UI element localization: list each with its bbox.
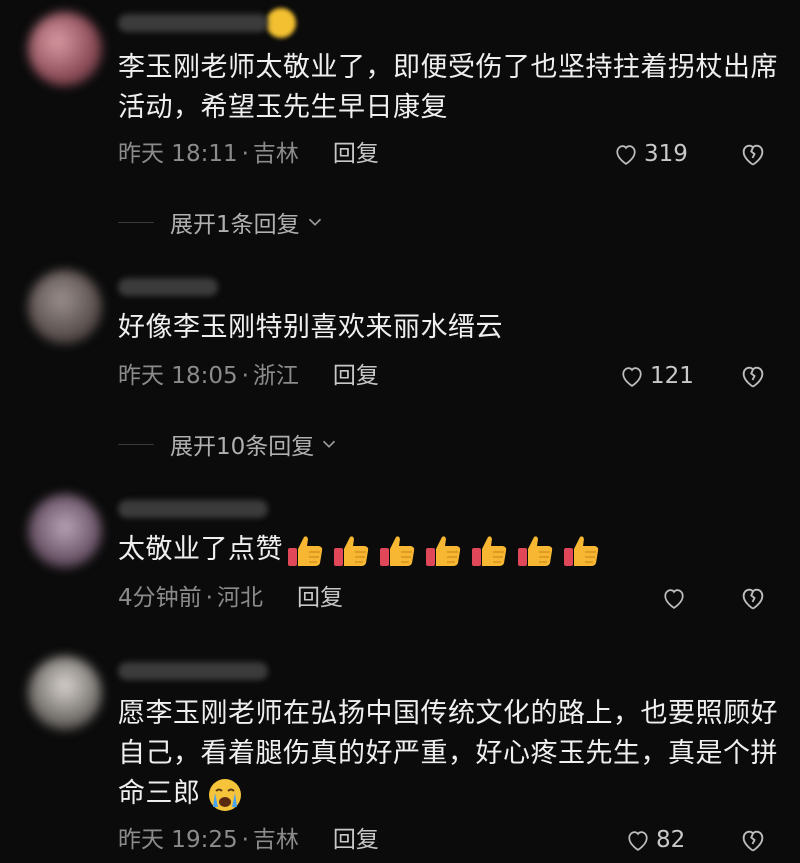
avatar[interactable]	[28, 12, 102, 86]
expand-label: 展开1条回复	[170, 212, 300, 238]
username-blurred[interactable]	[118, 500, 268, 518]
thumbs-up-emoji-row	[287, 534, 609, 568]
thumbs-up-emoji	[380, 535, 415, 566]
comment-time: 4分钟前	[118, 585, 202, 611]
like-button[interactable]: 121	[618, 356, 694, 396]
like-count: 319	[644, 141, 688, 167]
broken-heart-icon[interactable]	[738, 825, 768, 855]
heart-outline-icon	[622, 367, 642, 387]
emoji-badge	[266, 8, 296, 38]
chevron-down-icon	[308, 218, 321, 226]
thumbs-up-emoji	[472, 535, 507, 566]
comment-time: 昨天 18:11	[118, 141, 238, 167]
comment-time: 昨天 18:05	[118, 363, 238, 389]
meta-separator: ·	[205, 585, 213, 611]
comment-text: 李玉刚老师太敬业了，即便受伤了也坚持拄着拐杖出席活动，希望玉先生早日康复	[118, 52, 778, 123]
heart-outline-icon	[628, 831, 648, 851]
expand-label: 展开10条回复	[170, 434, 315, 460]
comment-location: 吉林	[252, 827, 299, 853]
thumbs-up-emoji	[518, 535, 553, 566]
meta-separator: ·	[241, 363, 249, 389]
meta-separator: ·	[241, 141, 249, 167]
comment-location: 河北	[216, 585, 263, 611]
comment-text: 太敬业了点赞	[118, 530, 778, 570]
username-blurred[interactable]	[118, 14, 268, 32]
expand-divider	[118, 443, 154, 445]
thumbs-up-emoji	[564, 535, 599, 566]
crying-face-emoji	[208, 778, 241, 811]
expand-replies-button[interactable]: 展开1条回复	[118, 202, 326, 242]
username-blurred[interactable]	[118, 278, 218, 296]
reply-button[interactable]: 回复	[333, 820, 379, 860]
comment-text-content: 太敬业了点赞	[118, 534, 283, 565]
comment-location: 浙江	[252, 363, 299, 389]
comment-text: 愿李玉刚老师在弘扬中国传统文化的路上，也要照顾好自己，看着腿伤真的好严重，好心疼…	[118, 694, 778, 814]
expand-divider	[118, 221, 154, 223]
comment-text: 好像李玉刚特别喜欢来丽水缙云	[118, 312, 503, 343]
comment-meta: 昨天 18:05 · 浙江 回复	[118, 356, 379, 396]
expand-replies-button[interactable]: 展开10条回复	[118, 424, 340, 464]
heart-outline-icon	[616, 145, 636, 165]
thumbs-up-emoji	[334, 535, 369, 566]
comment-meta: 昨天 18:11 · 吉林 回复	[118, 134, 379, 174]
avatar[interactable]	[28, 656, 102, 730]
broken-heart-icon[interactable]	[738, 361, 768, 391]
meta-separator: ·	[241, 827, 249, 853]
reply-button[interactable]: 回复	[297, 578, 343, 618]
like-button[interactable]: 319	[612, 134, 688, 174]
comment-location: 吉林	[252, 141, 299, 167]
like-count: 121	[650, 363, 694, 389]
broken-heart-icon[interactable]	[738, 583, 768, 613]
chevron-down-icon	[323, 440, 336, 448]
like-button[interactable]	[660, 578, 692, 618]
like-count: 82	[656, 827, 686, 853]
username-blurred[interactable]	[118, 662, 268, 680]
reply-button[interactable]: 回复	[333, 356, 379, 396]
comment-time: 昨天 19:25	[118, 827, 238, 853]
broken-heart-icon[interactable]	[738, 139, 768, 169]
reply-button[interactable]: 回复	[333, 134, 379, 174]
thumbs-up-emoji	[288, 535, 323, 566]
thumbs-up-emoji	[426, 535, 461, 566]
avatar[interactable]	[28, 270, 102, 344]
comment-meta: 4分钟前 · 河北 回复	[118, 578, 343, 618]
comment-meta: 昨天 19:25 · 吉林 回复	[118, 820, 379, 860]
avatar[interactable]	[28, 494, 102, 568]
like-button[interactable]: 82	[624, 820, 685, 860]
heart-outline-icon	[664, 589, 684, 609]
